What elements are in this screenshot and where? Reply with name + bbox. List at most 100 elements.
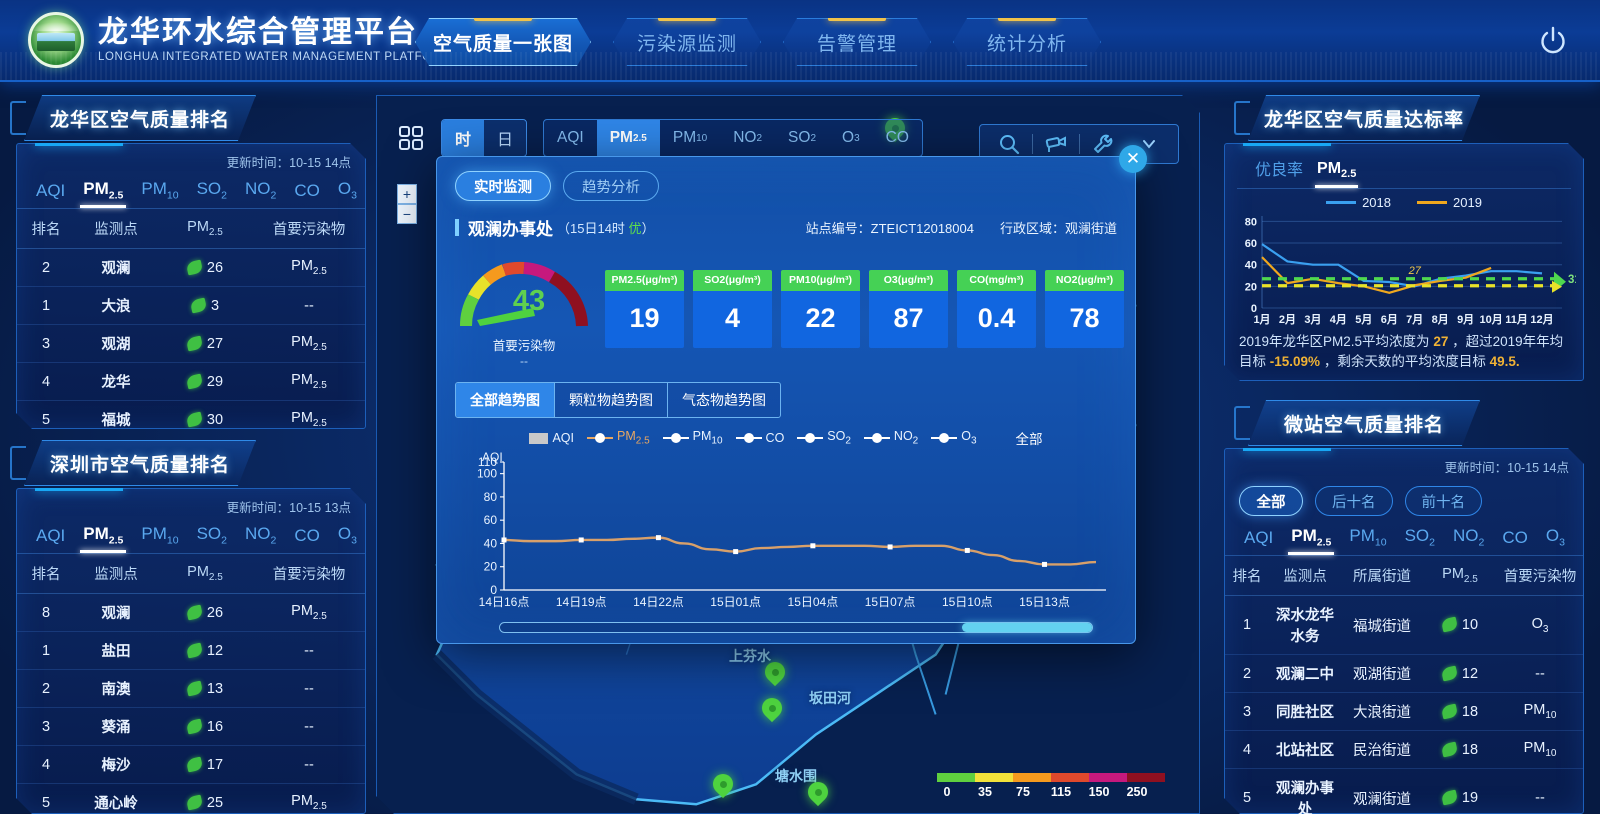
pol-tab-pm10[interactable]: PM10 (132, 520, 187, 553)
panel-accent-bar (35, 142, 123, 146)
nav-tab-alarm-management[interactable]: 告警管理 (783, 18, 931, 66)
chart-scrollbar[interactable] (499, 622, 1093, 633)
rate-tab-good-rate[interactable]: 优良率 (1251, 154, 1307, 188)
map-station-pin[interactable] (713, 774, 733, 800)
table-row[interactable]: 1 大浪 3 -- (17, 287, 365, 325)
pol-tab-so2[interactable]: SO2 (1396, 522, 1444, 555)
table-row[interactable]: 4 梅沙 17 -- (17, 746, 365, 784)
pol-tab-co[interactable]: CO (285, 522, 329, 553)
legend-item-co[interactable]: CO (735, 431, 784, 445)
legend-item-pm10[interactable]: PM10 (662, 429, 723, 447)
pol-tab-co[interactable]: CO (1493, 524, 1537, 555)
map-pol-o3[interactable]: O3 (829, 120, 873, 156)
map-zoom-out-button[interactable]: − (397, 204, 417, 224)
map-station-pin[interactable] (765, 662, 785, 688)
pol-tab-o3[interactable]: O3 (329, 175, 366, 208)
nav-tab-air-quality-map[interactable]: 空气质量一张图 (415, 18, 591, 66)
grid-view-icon[interactable] (397, 124, 425, 152)
cell-site: 葵涌 (75, 708, 157, 746)
legend-item-aqi[interactable]: AQI (529, 431, 574, 445)
station-time: （15日14时 优） (557, 218, 655, 237)
pol-tab-aqi[interactable]: AQI (27, 522, 74, 553)
pol-tab-no2[interactable]: NO2 (236, 520, 285, 553)
pol-tab-aqi[interactable]: AQI (27, 177, 74, 208)
nav-tab-statistics[interactable]: 统计分析 (953, 18, 1101, 66)
pol-tab-aqi[interactable]: AQI (1235, 524, 1282, 555)
chart-scrollbar-thumb[interactable] (961, 623, 1092, 632)
chart-tab-gaseous[interactable]: 气态物趋势图 (668, 383, 780, 417)
map-pol-pm10[interactable]: PM 10 (660, 120, 720, 156)
map-pol-no2[interactable]: NO 2 (720, 120, 775, 156)
svg-text:7月: 7月 (1406, 313, 1423, 326)
close-icon[interactable]: ✕ (1119, 145, 1147, 173)
table-row[interactable]: 4 龙华 29 PM2.5 (17, 363, 365, 401)
cell-pollutant: -- (253, 670, 365, 708)
micro-filter-bottom-ten[interactable]: 后十名 (1315, 486, 1393, 516)
rate-chart-legend: 2018 2019 (1225, 195, 1583, 210)
table-row[interactable]: 4 北站社区 民治街道 18 PM10 (1225, 731, 1583, 769)
legend-tick: 150 (1088, 785, 1110, 799)
cell-street: 观湖街道 (1341, 655, 1423, 693)
logo-block: 龙华环水综合管理平台 LONGHUA INTEGRATED WATER MANA… (28, 12, 451, 68)
pol-tab-pm10[interactable]: PM10 (1340, 522, 1395, 555)
map-station-pin[interactable] (808, 782, 828, 808)
map-zoom-in-button[interactable]: + (397, 184, 417, 204)
table-row[interactable]: 5 观澜办事处 观澜街道 19 -- (1225, 769, 1583, 814)
table-row[interactable]: 2 观澜 26 PM2.5 (17, 249, 365, 287)
pol-tab-pm25[interactable]: PM2.5 (74, 520, 132, 553)
chart-tab-particulate[interactable]: 颗粒物趋势图 (555, 383, 668, 417)
micro-rank-table: 排名 监测点 所属街道 PM2.5 首要污染物 1 深水龙华水务 福城街道 10 O3 2… (1225, 556, 1583, 814)
modal-tab-trend[interactable]: 趋势分析 (563, 171, 659, 201)
cell-value: 3 (157, 287, 253, 325)
legend-item-so2[interactable]: SO2 (797, 429, 851, 447)
map-pol-pm25[interactable]: PM 2.5 (597, 120, 660, 156)
micro-filter-all[interactable]: 全部 (1239, 486, 1303, 516)
pol-tab-no2[interactable]: NO2 (236, 175, 285, 208)
table-row[interactable]: 3 同胜社区 大浪街道 18 PM10 (1225, 693, 1583, 731)
col-pollutant: 首要污染物 (1497, 556, 1583, 596)
map-pol-so2[interactable]: SO 2 (775, 120, 829, 156)
shenzhen-update-time: 更新时间：10-15 13点 (226, 501, 351, 515)
longhua-update-time: 更新时间：10-15 14点 (226, 156, 351, 170)
map-pol-co[interactable]: CO (873, 120, 922, 156)
table-row[interactable]: 3 观湖 27 PM2.5 (17, 325, 365, 363)
map-station-pin[interactable] (762, 698, 782, 724)
pol-tab-pm25[interactable]: PM2.5 (74, 175, 132, 208)
time-seg-hour[interactable]: 时 (442, 120, 484, 156)
legend-color-swatch (1013, 773, 1051, 782)
pol-tab-pm10[interactable]: PM10 (132, 175, 187, 208)
pol-tab-co[interactable]: CO (285, 177, 329, 208)
metric-card-value: 87 (869, 291, 948, 349)
cell-rank: 2 (17, 249, 75, 287)
table-row[interactable]: 3 葵涌 16 -- (17, 708, 365, 746)
panel-accent-bar (1243, 142, 1331, 146)
nav-tab-pollution-source[interactable]: 污染源监测 (613, 18, 761, 66)
legend-marker (735, 433, 762, 443)
pol-tab-so2[interactable]: SO2 (188, 520, 236, 553)
metric-card: O3(μg/m³) 87 (869, 269, 948, 349)
table-row[interactable]: 2 南澳 13 -- (17, 670, 365, 708)
table-row[interactable]: 5 福城 30 PM2.5 (17, 401, 365, 439)
pol-tab-pm25[interactable]: PM2.5 (1282, 522, 1340, 555)
map-pol-aqi[interactable]: AQI (544, 120, 597, 156)
pol-tab-o3[interactable]: O3 (329, 520, 366, 553)
pol-tab-so2[interactable]: SO2 (188, 175, 236, 208)
rate-note-average: 27 (1433, 334, 1449, 349)
legend-item-o3[interactable]: O3 (931, 429, 977, 447)
legend-item-no2[interactable]: NO2 (863, 429, 918, 447)
micro-filter-top-ten[interactable]: 前十名 (1405, 486, 1483, 516)
rate-tab-pm25[interactable]: PM2.5 (1313, 158, 1360, 188)
table-row[interactable]: 5 通心岭 25 PM2.5 (17, 784, 365, 814)
table-row[interactable]: 1 深水龙华水务 福城街道 10 O3 (1225, 596, 1583, 655)
rate-note-percent: -15.09% (1269, 354, 1321, 370)
table-row[interactable]: 8 观澜 26 PM2.5 (17, 594, 365, 632)
time-seg-day[interactable]: 日 (484, 120, 526, 156)
table-row[interactable]: 1 盐田 12 -- (17, 632, 365, 670)
table-row[interactable]: 2 观澜二中 观湖街道 12 -- (1225, 655, 1583, 693)
pol-tab-o3[interactable]: O3 (1537, 522, 1574, 555)
power-icon[interactable] (1536, 24, 1570, 58)
modal-tab-realtime[interactable]: 实时监测 (455, 171, 551, 201)
pol-tab-no2[interactable]: NO2 (1444, 522, 1493, 555)
legend-item-pm2-5[interactable]: PM2.5 (587, 429, 650, 447)
chart-tab-all[interactable]: 全部趋势图 (456, 383, 555, 417)
